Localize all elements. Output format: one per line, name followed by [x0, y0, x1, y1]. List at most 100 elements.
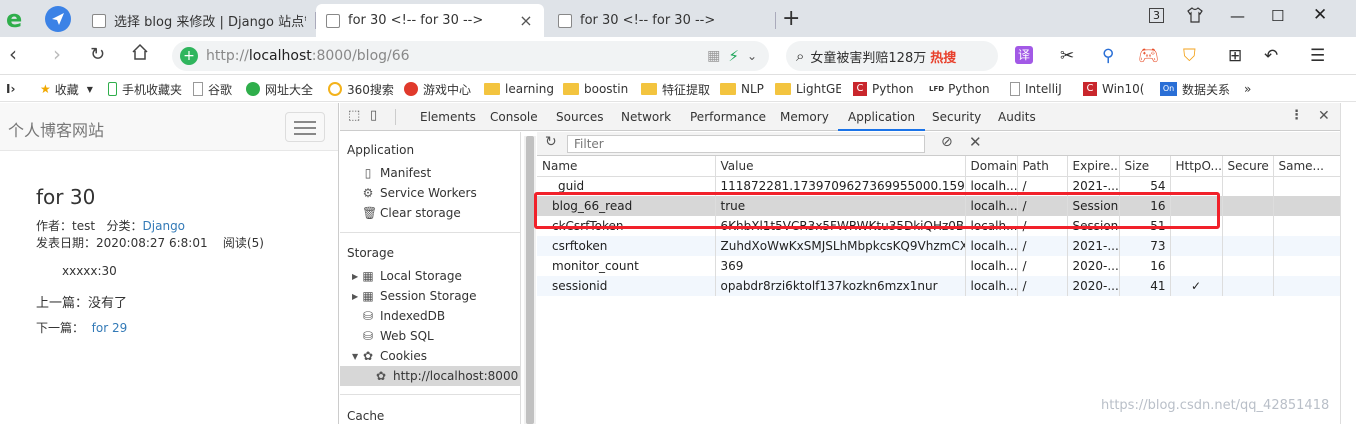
bookmark-intellij[interactable]: IntelliJ [1010, 80, 1076, 98]
bookmark-data-relations[interactable]: On 数据关系 [1160, 80, 1232, 98]
sidebar-item-cookies[interactable]: ▼ ✿ Cookies [352, 346, 427, 366]
sidebar-item-manifest[interactable]: ▯ Manifest [362, 163, 432, 183]
bookmark-360[interactable]: 360搜索 [328, 80, 394, 98]
more-options-icon[interactable]: ⋮ [1290, 108, 1303, 123]
table-row-selected[interactable]: blog_66_read true localh... / Session 16 [537, 196, 1341, 216]
next-post-link[interactable]: for 29 [92, 321, 128, 335]
refresh-icon[interactable]: ↻ [545, 134, 557, 150]
cookie-httponly [1170, 236, 1223, 256]
gamepad-icon[interactable]: 🎮︎ [1138, 46, 1160, 66]
tab-for-30-active[interactable]: for 30 <!-- for 30 --> × [316, 4, 544, 37]
sidebar-item-indexeddb[interactable]: ⛁ IndexedDB [362, 306, 445, 326]
sidebar-item-cookie-origin[interactable]: ✿ http://localhost:8000 [340, 366, 520, 386]
table-row[interactable]: monitor_count 369 localh... / 2020-... 1… [537, 256, 1341, 276]
expand-triangle-icon[interactable]: ▶ [352, 292, 362, 301]
new-tab-button[interactable]: + [782, 6, 800, 31]
delete-selected-icon[interactable]: ✕ [969, 133, 982, 151]
column-header-expires[interactable]: Expire... [1067, 156, 1120, 177]
table-row[interactable]: csrftoken ZuhdXoWwKxSMJSLhMbpkcsKQ9VhzmC… [537, 236, 1341, 256]
hamburger-menu-button[interactable] [285, 112, 325, 142]
column-header-samesite[interactable]: Same... [1273, 156, 1341, 177]
tab-elements[interactable]: Elements [420, 103, 476, 131]
tab-audits[interactable]: Audits [998, 103, 1036, 131]
home-button[interactable] [131, 42, 149, 66]
sidebar-toggle-icon[interactable]: I› [6, 80, 15, 98]
chevron-down-icon[interactable]: ⌄ [747, 49, 757, 63]
scissors-icon[interactable]: ✂ [1060, 46, 1074, 66]
menu-icon[interactable]: ☰ [1310, 46, 1325, 66]
close-devtools-icon[interactable]: ✕ [1318, 108, 1330, 124]
apps-grid-icon[interactable]: ⊞ [1228, 46, 1242, 66]
maximize-button[interactable]: ☐ [1271, 7, 1284, 25]
cookie-value: true [715, 196, 966, 216]
shirt-icon[interactable] [1187, 7, 1203, 27]
magnifier-icon[interactable]: ⚲ [1102, 46, 1114, 66]
bookmark-games[interactable]: 游戏中心 [404, 80, 471, 98]
navigator-icon[interactable] [45, 6, 71, 32]
column-header-name[interactable]: Name [537, 156, 716, 177]
table-row[interactable]: sessionid opabdr8rzi6ktolf137kozkn6mzx1n… [537, 276, 1341, 296]
back-button[interactable]: ‹ [9, 42, 17, 66]
tab-security[interactable]: Security [932, 103, 981, 131]
clear-all-icon[interactable]: ⊘ [941, 134, 953, 150]
filter-input[interactable]: Filter [567, 135, 925, 153]
close-tab-icon[interactable]: × [518, 11, 534, 30]
lightning-icon[interactable]: ⚡ [728, 47, 739, 65]
device-toolbar-icon[interactable]: ▯ [370, 108, 377, 123]
scrollbar-thumb[interactable] [526, 136, 534, 424]
bookmark-python-1[interactable]: C Python [853, 80, 914, 98]
bookmark-hao[interactable]: 网址大全 [246, 80, 313, 98]
bookmark-win10[interactable]: C Win10( [1083, 80, 1151, 98]
reload-button[interactable]: ↻ [90, 44, 105, 65]
undo-icon[interactable]: ↶ [1264, 46, 1278, 66]
tab-performance[interactable]: Performance [690, 103, 766, 131]
minimize-button[interactable]: — [1230, 7, 1245, 25]
translate-icon[interactable]: 译 [1015, 46, 1033, 64]
bookmark-learning[interactable]: learning [484, 80, 554, 98]
sidebar-item-service-workers[interactable]: ⚙ Service Workers [362, 183, 477, 203]
column-header-path[interactable]: Path [1017, 156, 1068, 177]
tab-count-badge[interactable]: 3 [1149, 8, 1164, 23]
tab-application[interactable]: Application [838, 103, 926, 131]
site-name[interactable]: 个人博客网站 [8, 117, 104, 141]
column-header-httponly[interactable]: HttpO... [1170, 156, 1223, 177]
collapse-triangle-icon[interactable]: ▼ [352, 352, 362, 361]
sidebar-scrollbar[interactable] [524, 136, 536, 424]
sidebar-item-session-storage[interactable]: ▶ ▦ Session Storage [352, 286, 477, 306]
bookmark-google[interactable]: 谷歌 [193, 80, 232, 98]
inspect-element-icon[interactable]: ⬚ [348, 108, 360, 123]
tab-console[interactable]: Console [490, 103, 538, 131]
bookmark-nlp[interactable]: NLP [720, 80, 764, 98]
bookmark-favorites[interactable]: ★ 收藏 ▼ [40, 80, 93, 98]
bookmark-features[interactable]: 特征提取 [641, 80, 710, 98]
tab-title: 选择 blog 来修改 | Django 站点管理 [114, 15, 306, 30]
sidebar-item-clear-storage[interactable]: 🗑︎ Clear storage [362, 203, 461, 223]
expand-triangle-icon[interactable]: ▶ [352, 272, 362, 281]
shield-extension-icon[interactable]: ⛉ [1183, 46, 1196, 66]
category-link[interactable]: Django [143, 219, 186, 233]
close-window-button[interactable]: ✕ [1313, 5, 1327, 25]
tab-network[interactable]: Network [621, 103, 671, 131]
tab-django-admin[interactable]: 选择 blog 来修改 | Django 站点管理 [82, 4, 316, 37]
forward-button[interactable]: › [53, 42, 61, 66]
more-bookmarks-icon[interactable]: » [1244, 80, 1251, 98]
tab-for-30[interactable]: for 30 <!-- for 30 --> [548, 4, 776, 37]
qr-code-icon[interactable]: ▦ [707, 48, 720, 64]
column-header-size[interactable]: Size [1119, 156, 1171, 177]
table-row[interactable]: ckCsrfToken 6KhbXl1t5VCR3x5FWRWKtu35DkiQ… [537, 216, 1341, 236]
tab-memory[interactable]: Memory [780, 103, 829, 131]
url-bar[interactable]: + http://localhost:8000/blog/66 ▦ ⚡ ⌄ [172, 41, 769, 71]
bookmark-mobile[interactable]: 手机收藏夹 [108, 80, 182, 98]
column-header-secure[interactable]: Secure [1222, 156, 1274, 177]
bookmark-boosting[interactable]: boostin [563, 80, 631, 98]
table-row[interactable]: _guid 111872281.1739709627369955000.1597… [537, 176, 1341, 196]
bookmark-python-2[interactable]: LFD Python [929, 80, 990, 98]
sidebar-item-web-sql[interactable]: ⛁ Web SQL [362, 326, 434, 346]
search-box[interactable]: ⌕ 女童被害判赔128万 热搜 [786, 41, 998, 71]
tab-sources[interactable]: Sources [556, 103, 603, 131]
column-header-domain[interactable]: Domain [965, 156, 1018, 177]
column-header-value[interactable]: Value [715, 156, 966, 177]
sidebar-item-local-storage[interactable]: ▶ ▦ Local Storage [352, 266, 462, 286]
bookmark-lightgbm[interactable]: LightGE [775, 80, 841, 98]
cookie-filter-bar: ↻ Filter ⊘ ✕ [537, 132, 1340, 156]
